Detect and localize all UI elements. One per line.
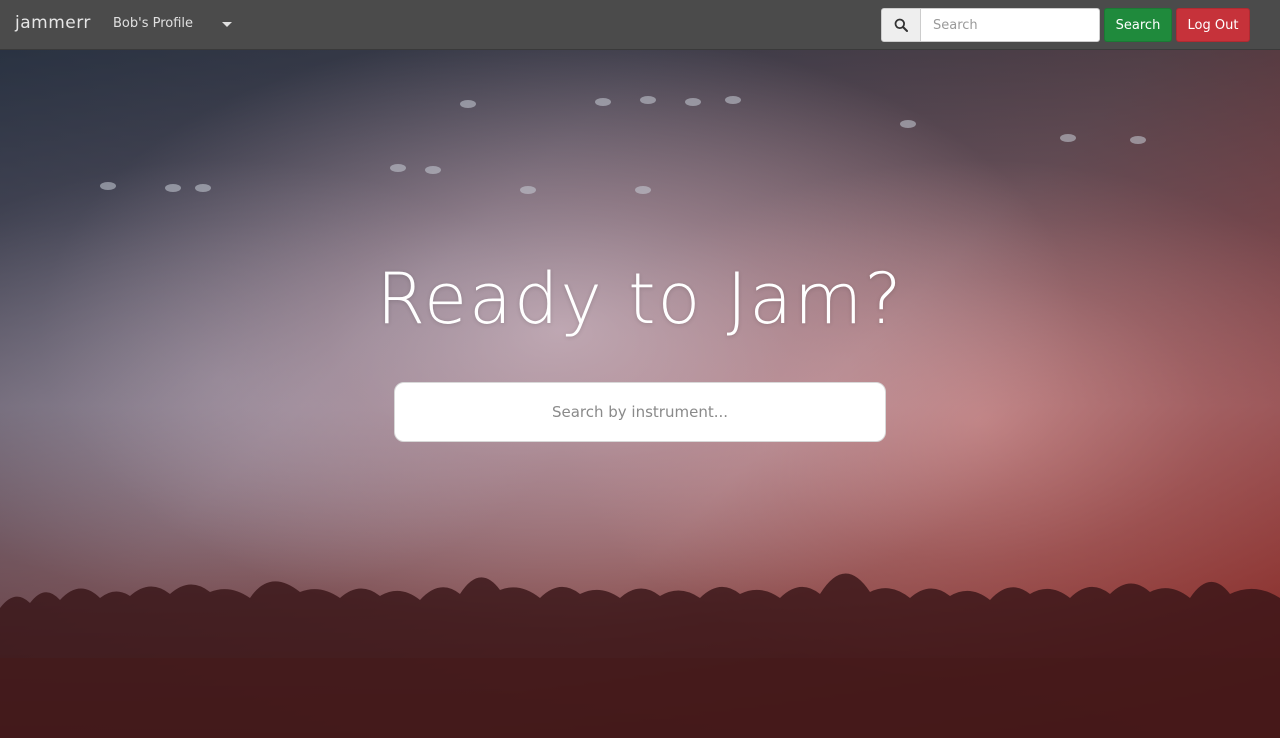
logout-button[interactable]: Log Out [1176, 8, 1250, 42]
crowd-silhouette [0, 573, 1280, 738]
profile-link[interactable]: Bob's Profile [113, 16, 193, 31]
page: jammerr Bob's Profile Search Log Out Rea… [0, 0, 1280, 738]
nav-search-input[interactable] [920, 8, 1100, 42]
stage-lights [0, 90, 1280, 210]
search-icon [894, 18, 908, 32]
caret-down-icon[interactable] [222, 22, 232, 27]
navbar: jammerr Bob's Profile Search Log Out [0, 0, 1280, 50]
instrument-search-input[interactable] [394, 382, 886, 442]
search-button[interactable]: Search [1104, 8, 1172, 42]
hero-headline: Ready to Jam? [376, 258, 904, 340]
search-addon[interactable] [881, 8, 921, 42]
brand-logo[interactable]: jammerr [15, 13, 91, 33]
